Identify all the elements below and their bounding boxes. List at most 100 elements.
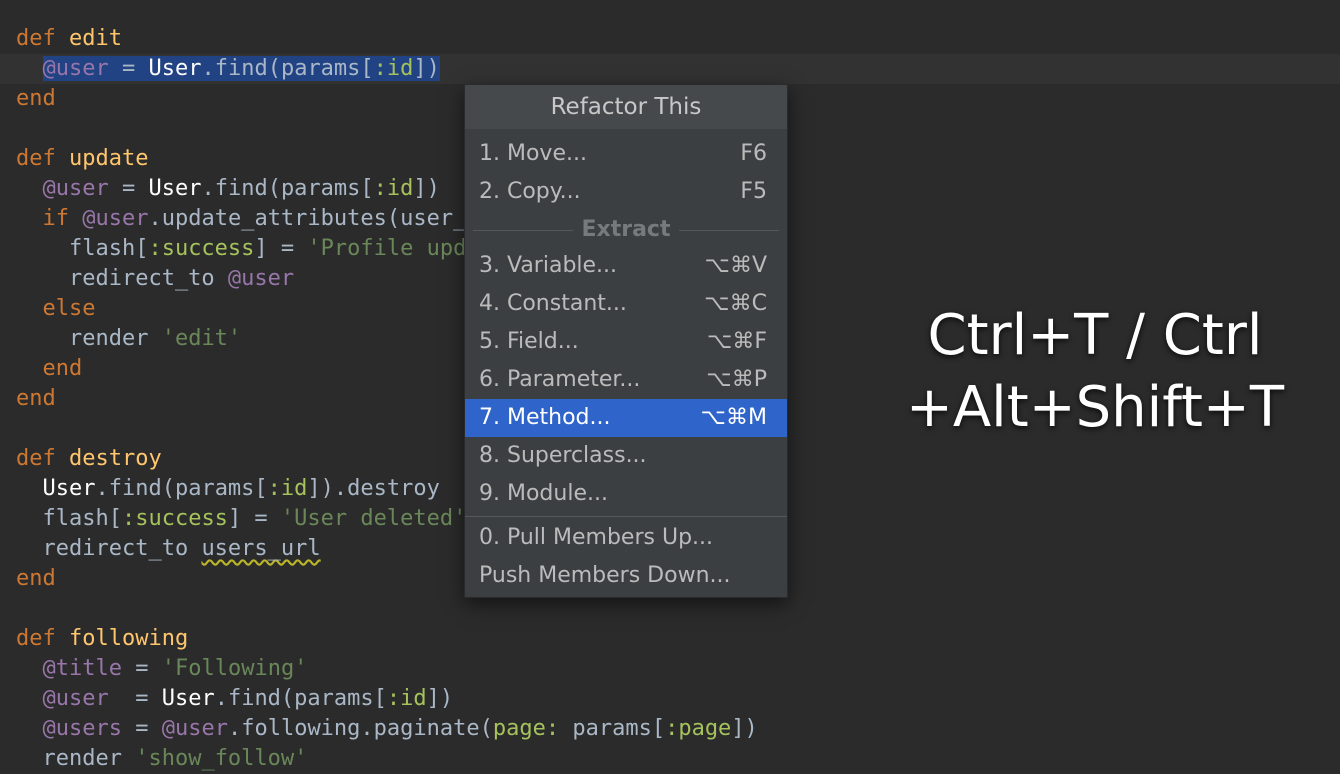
code-line: flash[:success] = 'User deleted' [16, 504, 466, 534]
menu-item-shortcut: ⌥⌘C [704, 291, 767, 316]
code-token: .find(params[ [201, 176, 374, 201]
menu-item-label: 0. Pull Members Up... [479, 525, 714, 550]
popup-title: Refactor This [465, 85, 787, 129]
menu-item-pull-members-up[interactable]: 0. Pull Members Up... [465, 519, 787, 557]
code-line: def edit [16, 24, 122, 54]
code-token: ]) [426, 686, 454, 711]
code-token: ] = [227, 506, 281, 531]
code-token: . [201, 56, 215, 81]
code-token: ] = [254, 236, 308, 261]
shortcut-caption: Ctrl+T / Ctrl +Alt+Shift+T [880, 300, 1310, 444]
code-token: User [42, 476, 96, 501]
code-token: ]) [413, 176, 440, 201]
code-line: end [16, 564, 56, 594]
menu-item-shortcut: ⌥⌘F [706, 329, 767, 354]
code-token: :id [386, 686, 427, 711]
code-line: render 'show_follow' [16, 744, 307, 774]
code-token: render [16, 326, 162, 351]
menu-item-push-members-down[interactable]: Push Members Down... [465, 557, 787, 595]
menu-item-move[interactable]: 1. Move... F6 [465, 135, 787, 173]
code-token: :id [373, 176, 414, 201]
code-token: end [42, 356, 83, 381]
code-token: .following.paginate( [227, 716, 493, 741]
code-token: = [121, 656, 162, 681]
shortcut-line: Ctrl+T / Ctrl [927, 303, 1263, 368]
shortcut-line: +Alt+Shift+T [905, 375, 1285, 440]
menu-item-field[interactable]: 5. Field... ⌥⌘F [465, 323, 787, 361]
code-line: redirect_to users_url [16, 534, 320, 564]
code-line: User.find(params[:id]).destroy [16, 474, 440, 504]
code-token: .find(params[ [214, 686, 387, 711]
menu-item-label: 2. Copy... [479, 179, 581, 204]
code-token: @user [161, 716, 228, 741]
code-token: def [16, 26, 56, 51]
code-token: = [121, 716, 162, 741]
code-token: flash[ [16, 236, 149, 261]
code-token: @user [42, 176, 109, 201]
code-token: following [69, 626, 189, 651]
extract-group-title: Extract [581, 217, 671, 242]
code-line: @user = User.find(params[:id]) [16, 684, 454, 714]
code-token: @user [227, 266, 295, 291]
code-token: .find(params[ [95, 476, 268, 501]
extract-separator: Extract [465, 213, 787, 247]
menu-item-method[interactable]: 7. Method... ⌥⌘M [465, 399, 787, 437]
code-line: def update [16, 144, 148, 174]
menu-item-variable[interactable]: 3. Variable... ⌥⌘V [465, 247, 787, 285]
menu-item-parameter[interactable]: 6. Parameter... ⌥⌘P [465, 361, 787, 399]
code-line: @users = @user.following.paginate(page: … [16, 714, 758, 744]
code-line: @user = User.find(params[:id]) [16, 174, 440, 204]
code-token: User [161, 686, 215, 711]
code-token: def [16, 146, 56, 171]
code-token: redirect_to [16, 266, 228, 291]
menu-item-label: 4. Constant... [479, 291, 627, 316]
menu-item-constant[interactable]: 4. Constant... ⌥⌘C [465, 285, 787, 323]
code-token: @title [42, 656, 122, 681]
code-token: ]) [731, 716, 758, 741]
menu-separator [465, 516, 787, 517]
code-token: @user [42, 56, 109, 81]
code-token: (params[ [267, 56, 374, 81]
code-token: @users [42, 716, 122, 741]
code-line: redirect_to @user [16, 264, 294, 294]
code-line: else [16, 294, 96, 324]
code-token: destroy [69, 446, 162, 471]
code-token: User [148, 176, 202, 201]
menu-item-superclass[interactable]: 8. Superclass... [465, 437, 787, 475]
code-token: find [214, 56, 268, 81]
menu-item-shortcut: ⌥⌘P [706, 367, 767, 392]
code-token: @user [42, 686, 109, 711]
menu-item-module[interactable]: 9. Module... [465, 475, 787, 513]
menu-item-copy[interactable]: 2. Copy... F5 [465, 173, 787, 211]
code-token: :id [373, 56, 414, 81]
code-token: if [42, 206, 70, 231]
code-token: :page [665, 716, 732, 741]
menu-item-label: 6. Parameter... [479, 367, 641, 392]
code-token: flash[ [16, 506, 122, 531]
code-token: def [16, 626, 56, 651]
code-token: = [108, 56, 149, 81]
code-token: def [16, 446, 56, 471]
code-token: params[ [559, 716, 666, 741]
menu-item-label: 9. Module... [479, 481, 608, 506]
code-token: User [148, 56, 202, 81]
code-token: 'User deleted' [280, 506, 467, 531]
menu-item-label: 8. Superclass... [479, 443, 647, 468]
menu-item-label: Push Members Down... [479, 563, 731, 588]
code-line: end [16, 354, 83, 384]
menu-item-shortcut: ⌥⌘M [700, 405, 767, 430]
menu-item-label: 3. Variable... [479, 253, 618, 278]
code-token: page: [492, 716, 560, 741]
code-line: end [16, 384, 56, 414]
